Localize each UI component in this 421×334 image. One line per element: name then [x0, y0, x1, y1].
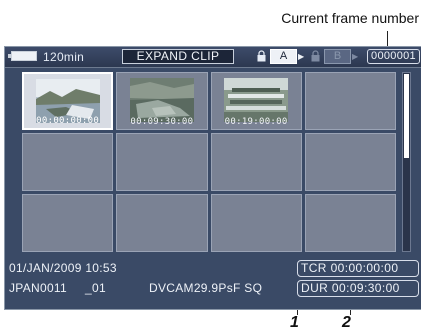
callout-number-2: 2	[342, 314, 351, 331]
mode-title: EXPAND CLIP	[122, 49, 234, 64]
thumbnail-image-2	[129, 78, 194, 122]
thumbnail-cell-empty	[304, 133, 396, 191]
slot-b-indicator: B	[324, 49, 351, 64]
thumbnail-cell-empty	[22, 133, 114, 191]
clip-suffix: _01	[85, 281, 106, 295]
lock-icon-b	[311, 50, 320, 62]
battery-remaining: 120min	[43, 50, 85, 64]
thumbnail-cell-2[interactable]: 00:09:30:00	[116, 72, 208, 130]
lock-icon	[257, 50, 266, 62]
thumbnail-cell-empty	[210, 133, 302, 191]
tcr-timecode: TCR 00:00:00:00	[297, 260, 419, 277]
status-bar: 120min EXPAND CLIP A ▶ B ▶ 0000001	[5, 47, 421, 68]
thumbnail-cell-1[interactable]: 00:00:00:00	[22, 72, 114, 130]
frame-number-callout-label: Current frame number	[281, 10, 419, 26]
thumbnail-timecode: 00:09:30:00	[130, 117, 194, 127]
battery-icon	[8, 51, 37, 61]
thumbnail-timecode: 00:00:00:00	[36, 116, 100, 126]
thumbnail-cell-empty	[210, 194, 302, 252]
slot-a-label: A	[279, 50, 288, 62]
thumbnail-cell-empty	[116, 133, 208, 191]
thumbnail-cell-empty	[116, 194, 208, 252]
slot-b-label: B	[333, 50, 342, 62]
clip-name: JPAN0011	[9, 281, 67, 295]
thumbnail-grid: 00:00:00:00 00:09:30:00 00:19:00:00	[22, 72, 396, 252]
thumbnail-cell-empty	[22, 194, 114, 252]
lcd-screen: 120min EXPAND CLIP A ▶ B ▶ 0000001 00:00…	[4, 46, 421, 310]
callout-number-1: 1	[290, 314, 299, 331]
slot-b-arrow-icon: ▶	[352, 52, 359, 61]
thumbnail-cell-empty	[304, 194, 396, 252]
thumbnail-scrollbar[interactable]	[402, 72, 411, 252]
current-frame-number: 0000001	[367, 49, 420, 64]
thumbnail-cell-3[interactable]: 00:19:00:00	[210, 72, 302, 130]
slot-a-arrow-icon: ▶	[298, 52, 305, 61]
scrollbar-thumb[interactable]	[404, 74, 409, 158]
duration-timecode: DUR 00:09:30:00	[297, 280, 419, 297]
thumbnail-timecode: 00:19:00:00	[224, 117, 288, 127]
clip-date-time: 01/JAN/2009 10:53	[9, 261, 117, 275]
thumbnail-image-3	[224, 78, 289, 122]
slot-a-indicator: A	[270, 49, 297, 64]
clip-format: DVCAM29.9PsF SQ	[149, 281, 263, 295]
thumbnail-cell-empty	[304, 72, 396, 130]
